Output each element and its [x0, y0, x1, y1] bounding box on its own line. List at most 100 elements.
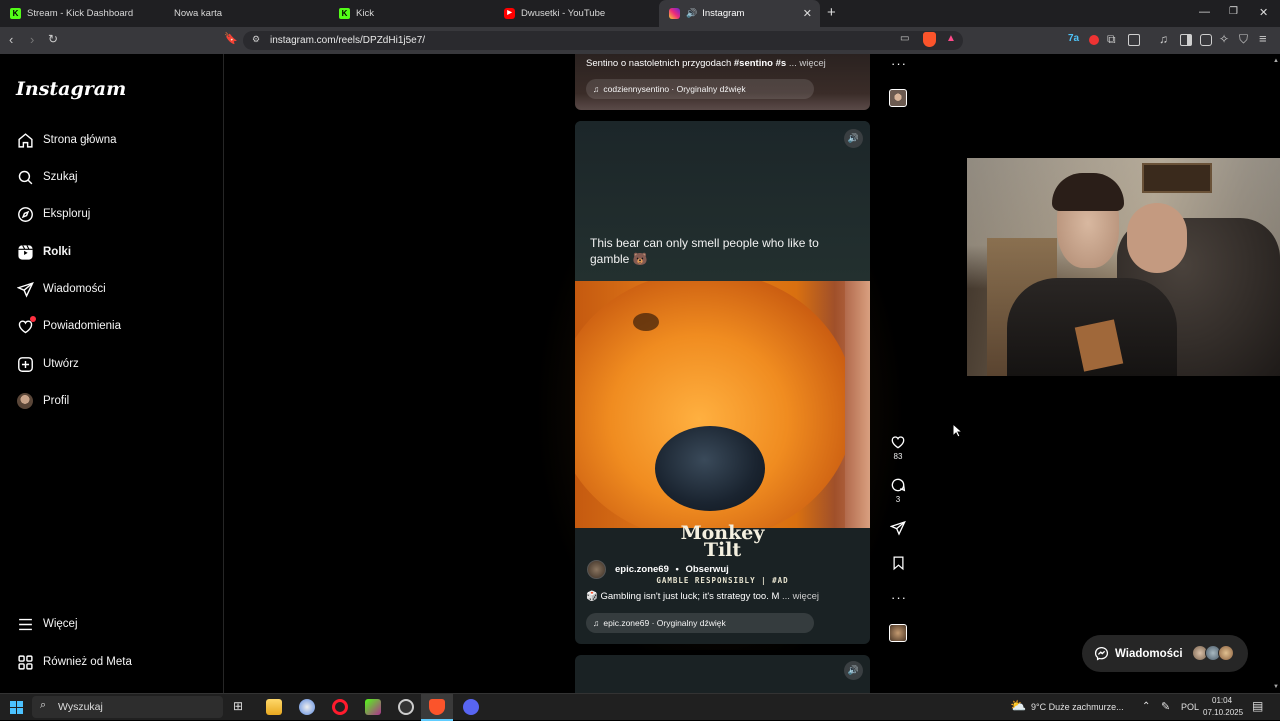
screenshot-icon[interactable] [1128, 34, 1140, 46]
tray-chevron-icon[interactable]: ⌃ [1142, 701, 1150, 712]
notification-center-icon[interactable]: ▤ [1252, 699, 1263, 713]
browser-menu-icon[interactable]: ≡ [1259, 31, 1267, 46]
search-icon: ⌕ [40, 699, 47, 711]
file-explorer-icon[interactable] [266, 699, 282, 715]
record-extension-icon[interactable] [1089, 35, 1099, 45]
sidebar-item-notifications[interactable]: Powiadomienia [16, 313, 206, 339]
vpn-icon[interactable]: ⛉ [1239, 32, 1248, 47]
messages-button[interactable]: Wiadomości [1082, 635, 1248, 672]
send-icon[interactable] [890, 520, 906, 536]
like-action[interactable]: 83 [888, 434, 908, 461]
new-tab-button[interactable]: + [827, 4, 836, 21]
sidebar-item-profile[interactable]: Profil [16, 388, 206, 414]
brave-shields-icon[interactable] [923, 32, 936, 47]
previous-reel-more-icon[interactable]: ··· [891, 56, 907, 71]
app-icon[interactable] [299, 699, 315, 715]
sidebar-item-home[interactable]: Strona główna [16, 127, 206, 153]
volume-icon[interactable]: 🔊 [844, 129, 863, 148]
instagram-icon [669, 8, 680, 19]
sidebar-item-also-from-meta[interactable]: Również od Meta [16, 649, 206, 675]
share-action[interactable] [888, 520, 908, 536]
sidebar-item-reels[interactable]: Rolki [16, 239, 206, 265]
opera-icon[interactable] [332, 699, 348, 715]
reel-caption[interactable]: 🎲 Gambling isn't just luck; it's strateg… [586, 591, 819, 602]
reload-icon[interactable]: ↻ [48, 32, 58, 46]
more-link[interactable]: ... więcej [789, 58, 826, 69]
kick-icon: K [10, 8, 21, 19]
caption-hashtag[interactable]: #sentino #s [734, 58, 786, 69]
scroll-down-arrow[interactable]: ▼ [1273, 684, 1279, 690]
sidebar-item-search[interactable]: Szukaj [16, 164, 206, 190]
comment-action[interactable]: 3 [888, 477, 908, 504]
cast-icon[interactable]: ▭ [900, 33, 909, 44]
leo-ai-icon[interactable]: ✧ [1219, 32, 1229, 46]
save-action[interactable] [888, 555, 908, 571]
notification-dot [30, 316, 36, 322]
scroll-up-arrow[interactable]: ▲ [1273, 58, 1279, 64]
brave-icon[interactable] [429, 699, 445, 715]
youtube-icon: ▶ [504, 8, 515, 19]
discord-icon[interactable] [463, 699, 479, 715]
instagram-logo[interactable]: Instagram [16, 78, 126, 100]
tab-kick[interactable]: K Kick [329, 0, 494, 27]
restore-icon[interactable]: ❐ [1229, 6, 1238, 17]
sidebar-item-explore[interactable]: Eksploruj [16, 201, 206, 227]
tab-kick-dashboard[interactable]: K Stream - Kick Dashboard [0, 0, 164, 27]
clock-date[interactable]: 07.10.2025 [1203, 708, 1243, 717]
translate-extension-icon[interactable]: 7a [1068, 33, 1079, 44]
back-icon[interactable]: ‹ [9, 32, 13, 47]
previous-reel-audio-thumb[interactable] [889, 89, 907, 107]
sidebar-icon[interactable] [1180, 34, 1192, 46]
task-view-icon[interactable]: ⊞ [233, 699, 243, 713]
bear-nose [655, 426, 765, 511]
close-window-icon[interactable]: ✕ [1259, 6, 1268, 19]
media-icon[interactable]: ♫ [1159, 32, 1168, 46]
more-link[interactable]: ... więcej [782, 591, 819, 602]
tab-new-tab[interactable]: Nowa karta [164, 0, 329, 27]
tab-title: Kick [356, 8, 374, 19]
url-bar[interactable]: ⚙ instagram.com/reels/DPZdHi1j5e7/ ▭ ▲ [243, 31, 963, 50]
clock-time[interactable]: 01:04 [1212, 696, 1232, 705]
next-reel[interactable]: 🔊 [575, 655, 870, 693]
app-icon[interactable] [365, 699, 381, 715]
close-tab-icon[interactable]: ✕ [803, 7, 812, 20]
bookmark-icon[interactable] [891, 555, 906, 571]
brave-rewards-icon[interactable]: ▲ [946, 33, 956, 44]
tab-youtube[interactable]: ▶ Dwusetki - YouTube [494, 0, 659, 27]
sidebar-item-create[interactable]: Utwórz [16, 351, 206, 377]
obs-icon[interactable] [398, 699, 414, 715]
weather-icon[interactable]: ⛅ [1010, 698, 1026, 714]
language-indicator[interactable]: POL [1181, 702, 1199, 712]
reel-video-frame[interactable] [575, 281, 870, 528]
heart-icon[interactable] [890, 434, 906, 450]
background-door [845, 281, 870, 528]
author-username[interactable]: epic.zone69 [615, 564, 669, 575]
site-settings-icon[interactable]: ⚙ [252, 34, 260, 45]
minimize-icon[interactable]: — [1199, 6, 1210, 18]
volume-icon[interactable]: 🔊 [844, 661, 863, 680]
weather-text[interactable]: 9°C Duże zachmurze... [1031, 702, 1124, 712]
current-reel[interactable]: 🔊 This bear can only smell people who li… [575, 121, 870, 644]
bookmark-icon[interactable]: 🔖 [224, 32, 238, 45]
instagram-sidebar: Instagram Strona główna Szukaj Eksploruj… [0, 54, 224, 693]
previous-reel[interactable]: Sentino o nastoletnich przygodach #senti… [575, 54, 870, 110]
extensions-icon[interactable]: ⧉ [1107, 32, 1116, 47]
comment-icon[interactable] [890, 477, 906, 493]
reel-audio-thumb[interactable] [889, 624, 907, 642]
reel-overlay-text: This bear can only smell people who like… [590, 236, 819, 266]
follow-button[interactable]: Obserwuj [685, 564, 728, 575]
pen-icon[interactable]: ✎ [1161, 700, 1170, 713]
reel-audio[interactable]: ♫ epic.zone69 · Oryginalny dźwięk [586, 613, 814, 633]
sidebar-item-more[interactable]: Więcej [16, 611, 206, 637]
tab-title: Nowa karta [174, 8, 223, 19]
sidebar-item-messages[interactable]: Wiadomości [16, 276, 206, 302]
author-avatar[interactable] [587, 560, 606, 579]
forward-icon[interactable]: › [30, 32, 34, 47]
previous-reel-audio[interactable]: ♫ codziennysentino · Oryginalny dźwięk [586, 79, 814, 99]
meta-icon [16, 653, 34, 671]
taskbar-search[interactable]: ⌕ Wyszukaj [32, 696, 223, 718]
more-options-icon[interactable]: ··· [891, 590, 907, 605]
windows-start-icon[interactable] [10, 701, 23, 714]
tab-instagram[interactable]: 🔊 Instagram ✕ [659, 0, 820, 27]
wallet-icon[interactable] [1200, 34, 1212, 46]
